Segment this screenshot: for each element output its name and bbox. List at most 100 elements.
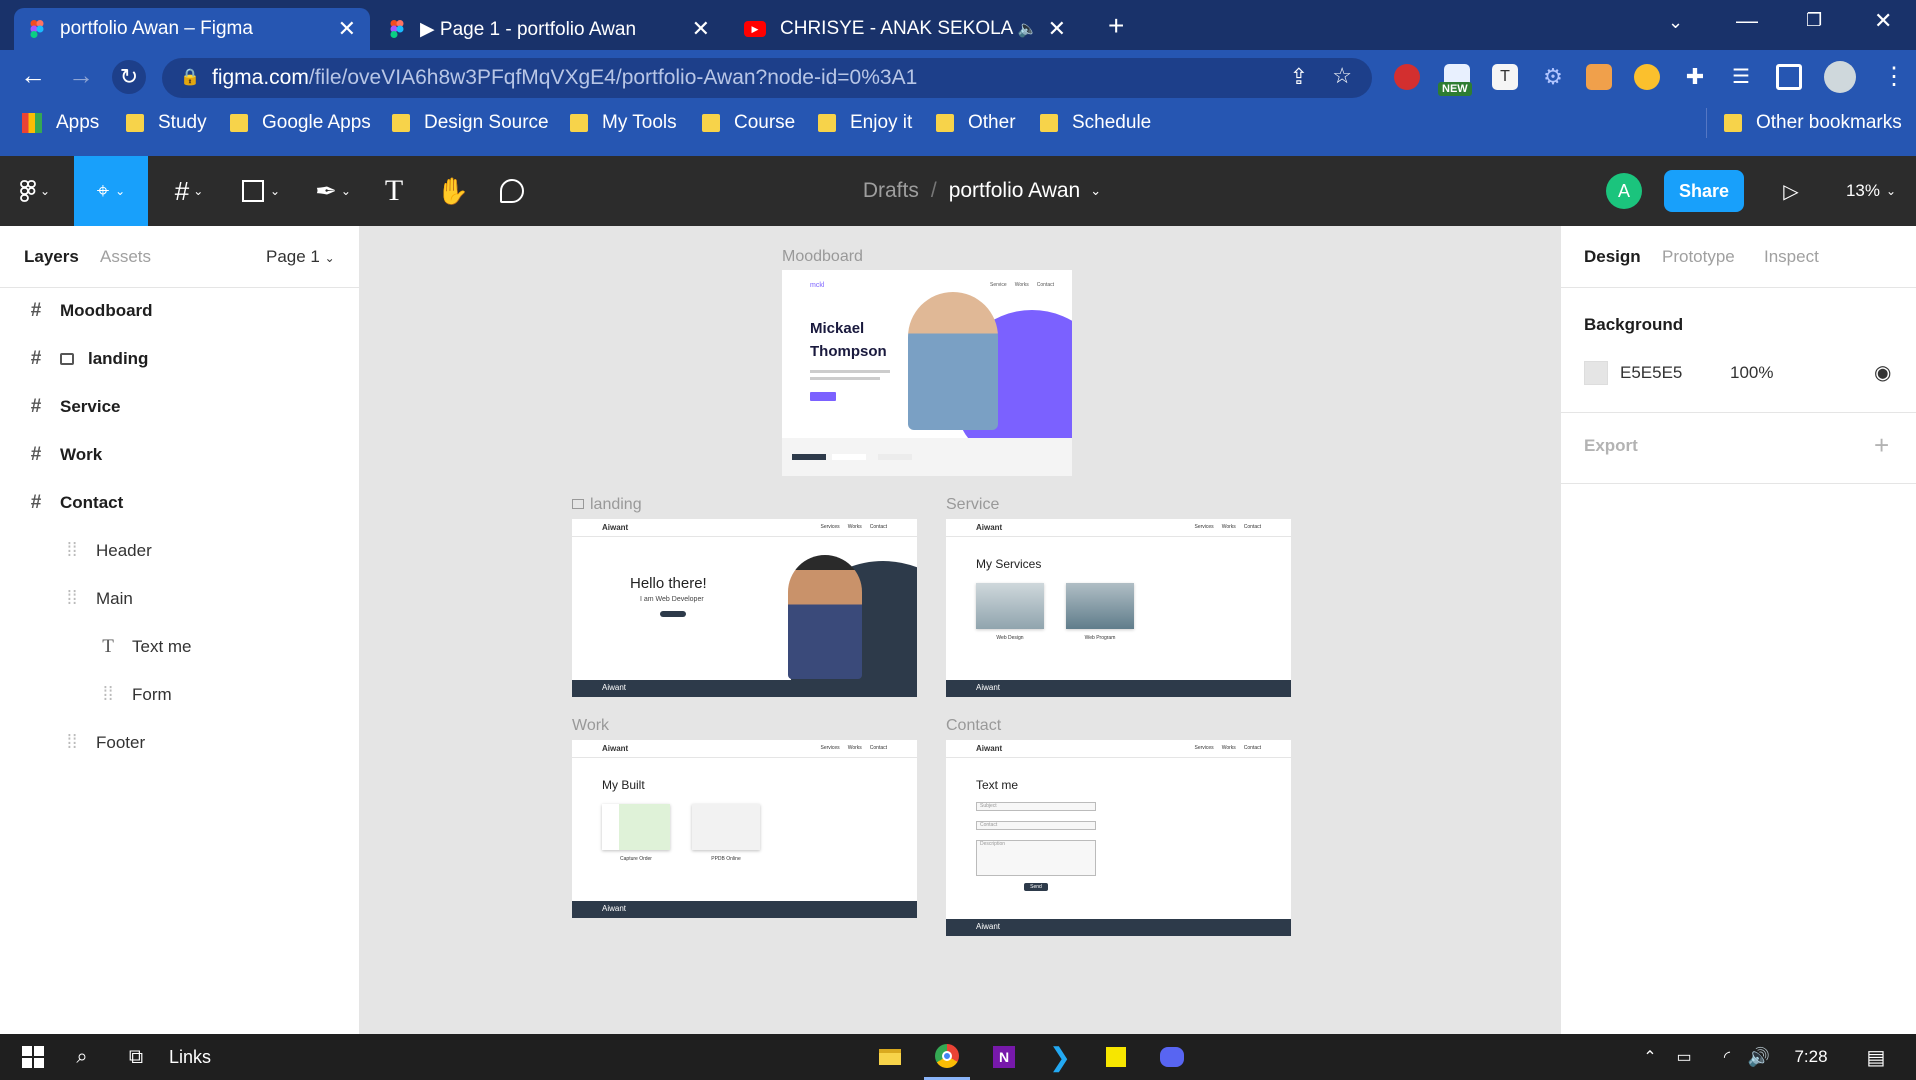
battery-icon[interactable]: ▭: [1668, 1034, 1700, 1080]
extension-color-icon[interactable]: [1634, 64, 1660, 90]
add-export-icon[interactable]: +: [1874, 430, 1889, 461]
chevron-up-icon[interactable]: ⌃: [1636, 1034, 1664, 1080]
extension-stop-icon[interactable]: [1394, 64, 1420, 90]
tab-assets[interactable]: Assets: [100, 247, 151, 267]
chrome-icon[interactable]: [924, 1034, 970, 1080]
frame-label-work[interactable]: Work: [572, 717, 609, 735]
url-bar[interactable]: 🔒 figma.com/file/oveVIA6h8w3PFqfMqVXgE4/…: [162, 58, 1372, 98]
tab-page1[interactable]: ▶ Page 1 - portfolio Awan ✕: [374, 8, 724, 50]
onenote-icon[interactable]: N: [982, 1034, 1026, 1080]
restore-button[interactable]: ❐: [1806, 10, 1822, 31]
file-explorer-icon[interactable]: [868, 1034, 912, 1080]
close-icon[interactable]: ✕: [692, 16, 710, 42]
page-selector[interactable]: Page 1 ⌄: [266, 247, 335, 267]
puzzle-icon[interactable]: ✚: [1682, 64, 1708, 90]
task-view-icon[interactable]: ⧉: [116, 1034, 156, 1080]
bookmark-study[interactable]: Study: [126, 112, 207, 134]
layer-contact[interactable]: # Contact: [24, 492, 124, 514]
background-hex[interactable]: E5E5E5: [1620, 363, 1682, 383]
media-queue-icon[interactable]: ☰: [1728, 64, 1754, 90]
search-icon[interactable]: ⌕: [62, 1034, 102, 1080]
wifi-icon[interactable]: ◜: [1712, 1034, 1742, 1080]
frame-label-moodboard[interactable]: Moodboard: [782, 248, 863, 266]
bookmark-google-apps[interactable]: Google Apps: [230, 112, 371, 134]
new-tab-button[interactable]: +: [1108, 10, 1124, 42]
back-icon[interactable]: ←: [20, 60, 46, 91]
bookmark-my-tools[interactable]: My Tools: [570, 112, 677, 134]
tab-layers[interactable]: Layers: [24, 247, 79, 267]
frame-label-contact[interactable]: Contact: [946, 717, 1001, 735]
tab-figma[interactable]: portfolio Awan – Figma ✕: [14, 8, 370, 50]
layer-footer[interactable]: ⁞⁞ Footer: [60, 732, 145, 754]
chevron-down-icon[interactable]: ⌄: [1090, 183, 1101, 199]
share-page-icon[interactable]: ⇪: [1290, 64, 1308, 90]
text-tool[interactable]: T: [376, 156, 412, 226]
layer-service[interactable]: # Service: [24, 396, 121, 418]
vscode-icon[interactable]: ❯: [1038, 1034, 1082, 1080]
breadcrumb-drafts[interactable]: Drafts: [863, 179, 919, 203]
background-opacity[interactable]: 100%: [1730, 363, 1773, 383]
zoom-menu[interactable]: 13% ⌄: [1836, 156, 1906, 226]
tab-search-icon[interactable]: ⌄: [1668, 12, 1683, 33]
frame-tool[interactable]: # ⌄: [160, 156, 218, 226]
discord-icon[interactable]: [1150, 1034, 1194, 1080]
gear-extension-icon[interactable]: ⚙: [1540, 64, 1566, 90]
links-toolbar[interactable]: Links: [160, 1034, 220, 1080]
file-name[interactable]: portfolio Awan: [949, 179, 1081, 203]
bookmark-other-bookmarks[interactable]: Other bookmarks: [1724, 112, 1902, 134]
avatar[interactable]: A: [1606, 173, 1642, 209]
frame-label-service[interactable]: Service: [946, 496, 999, 514]
frame-service[interactable]: Aiwant Services Works Contact My Services W…: [946, 519, 1291, 697]
window-close-button[interactable]: ✕: [1874, 8, 1892, 34]
bookmark-enjoy-it[interactable]: Enjoy it: [818, 112, 912, 134]
layer-work[interactable]: # Work: [24, 444, 103, 466]
pen-tool[interactable]: ✒ ⌄: [304, 156, 362, 226]
frame-contact[interactable]: Aiwant Services Works Contact Text me Subje…: [946, 740, 1291, 936]
layer-text-me[interactable]: T Text me: [96, 636, 191, 658]
tab-prototype[interactable]: Prototype: [1662, 247, 1735, 267]
side-panel-icon[interactable]: [1776, 64, 1802, 90]
tab-design[interactable]: Design: [1584, 247, 1641, 267]
layer-form[interactable]: ⁞⁞ Form: [96, 684, 172, 706]
text-extension-icon[interactable]: T: [1492, 64, 1518, 90]
move-tool[interactable]: ⌖ ⌄: [74, 156, 148, 226]
minimize-button[interactable]: —: [1736, 8, 1758, 34]
extension-image-icon[interactable]: [1586, 64, 1612, 90]
bookmark-apps[interactable]: Apps: [22, 112, 99, 134]
bookmark-schedule[interactable]: Schedule: [1040, 112, 1151, 134]
shape-tool[interactable]: ⌄: [232, 156, 290, 226]
layer-landing[interactable]: # landing: [24, 348, 149, 370]
present-button[interactable]: ▷: [1774, 156, 1808, 226]
windows-start-icon[interactable]: [10, 1034, 56, 1080]
background-swatch[interactable]: [1584, 361, 1608, 385]
clock[interactable]: 7:28: [1786, 1034, 1836, 1080]
close-icon[interactable]: ✕: [1048, 16, 1066, 42]
frame-label-landing[interactable]: landing: [572, 496, 642, 514]
hand-tool[interactable]: ✋: [432, 156, 474, 226]
bookmark-other[interactable]: Other: [936, 112, 1016, 134]
share-button[interactable]: Share: [1664, 170, 1744, 212]
sticky-notes-icon[interactable]: [1094, 1034, 1138, 1080]
bookmark-course[interactable]: Course: [702, 112, 795, 134]
close-icon[interactable]: ✕: [338, 16, 356, 42]
star-icon[interactable]: ☆: [1332, 63, 1352, 89]
frame-landing[interactable]: Aiwant Services Works Contact Hello there! …: [572, 519, 917, 697]
bookmark-design-source[interactable]: Design Source: [392, 112, 549, 134]
forward-icon[interactable]: →: [68, 60, 94, 91]
speaker-icon[interactable]: 🔈: [1018, 19, 1038, 39]
main-menu-button[interactable]: ⌄: [10, 156, 60, 226]
tab-inspect[interactable]: Inspect: [1764, 247, 1819, 267]
profile-avatar[interactable]: [1824, 61, 1856, 93]
frame-moodboard[interactable]: mckl Service Works Contact Mickael Thompso…: [782, 270, 1072, 476]
frame-work[interactable]: Aiwant Services Works Contact My Built Capt…: [572, 740, 917, 918]
eye-icon[interactable]: ◉: [1874, 360, 1891, 385]
tab-youtube[interactable]: ▶ CHRISYE - ANAK SEKOLAH ( 🔈 ✕: [730, 8, 1080, 50]
volume-icon[interactable]: 🔊: [1744, 1034, 1774, 1080]
menu-icon[interactable]: ⋮: [1882, 62, 1906, 91]
layer-main[interactable]: ⁞⁞ Main: [60, 588, 133, 610]
comment-tool[interactable]: [494, 156, 530, 226]
layer-header[interactable]: ⁞⁞ Header: [60, 540, 152, 562]
notifications-icon[interactable]: ▤: [1856, 1034, 1896, 1080]
layer-moodboard[interactable]: # Moodboard: [24, 300, 153, 322]
reload-icon[interactable]: ↻: [112, 60, 146, 94]
